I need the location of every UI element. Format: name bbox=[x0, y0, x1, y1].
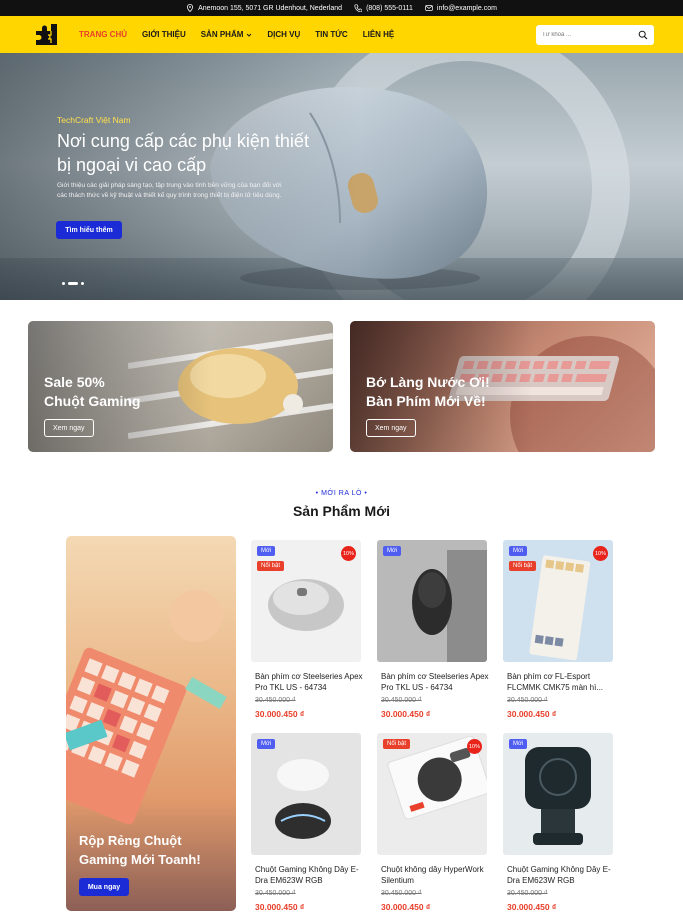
address-text: Anemoon 155, 5071 GR Udenhout, Nederland bbox=[198, 4, 343, 12]
puzzle-logo-icon[interactable] bbox=[34, 22, 59, 47]
featured-badge: Nổi bật bbox=[509, 561, 537, 571]
product-old-price: 30.450.000 ₫ bbox=[381, 697, 422, 704]
banner-title-line: Bớ Làng Nước Ơi! bbox=[366, 374, 490, 390]
search-icon[interactable] bbox=[638, 30, 648, 40]
product-image[interactable]: Nổi bật 10% bbox=[377, 733, 487, 855]
slider-dot[interactable] bbox=[81, 282, 84, 285]
product-name[interactable]: Chuột Gaming Không Dây E-Dra EM623W RGB bbox=[507, 864, 619, 886]
view-now-button[interactable]: Xem ngay bbox=[366, 419, 416, 437]
section-tag: • MỚI RA LÒ • bbox=[315, 490, 368, 497]
slider-dots bbox=[62, 282, 84, 285]
discount-badge: 10% bbox=[341, 546, 356, 561]
mouse-product-image bbox=[275, 759, 331, 839]
banner-title-line: Sale 50% bbox=[44, 374, 105, 390]
nav-label: TRANG CHỦ bbox=[79, 30, 127, 39]
product-name[interactable]: Bàn phím cơ FL-Esport FLCMMK CMK75 màn h… bbox=[507, 671, 619, 693]
location-pin-icon bbox=[187, 4, 194, 12]
new-badge: Mới bbox=[383, 546, 402, 556]
promo-keyboard-image bbox=[66, 590, 227, 825]
new-badge: Mới bbox=[509, 546, 528, 556]
product-price: 30.000.450 ₫ bbox=[381, 709, 431, 719]
section-tag-text: MỚI RA LÒ bbox=[321, 490, 362, 497]
product-image[interactable]: Mới bbox=[377, 540, 487, 662]
email-info[interactable]: info@example.com bbox=[425, 4, 497, 12]
banner-gaming-mouse[interactable]: Sale 50% Chuột Gaming Xem ngay bbox=[28, 321, 333, 452]
featured-badge: Nổi bật bbox=[257, 561, 285, 571]
buy-now-button[interactable]: Mua ngay bbox=[79, 878, 129, 896]
slider-dot-active[interactable] bbox=[68, 282, 78, 285]
nav-item-news[interactable]: TIN TỨC bbox=[315, 30, 347, 39]
mouse-product-image bbox=[412, 550, 487, 662]
banner-title: Sale 50% Chuột Gaming bbox=[44, 373, 140, 411]
nav-item-about[interactable]: GIỚI THIỆU bbox=[142, 30, 186, 39]
nav-item-services[interactable]: DỊCH VỤ bbox=[267, 30, 300, 39]
discount-badge: 10% bbox=[593, 546, 608, 561]
promo-card[interactable]: Rộp Rẻng Chuột Gaming Mới Toanh! Mua nga… bbox=[66, 536, 236, 911]
learn-more-button[interactable]: Tìm hiểu thêm bbox=[56, 221, 122, 239]
banner-title: Bớ Làng Nước Ơi! Bàn Phím Mới Về! bbox=[366, 373, 490, 411]
product-name[interactable]: Bàn phím cơ Steelseries Apex Pro TKL US … bbox=[255, 671, 367, 693]
product-old-price: 30.450.000 ₫ bbox=[507, 697, 548, 704]
hero-slider: TechCraft Việt Nam Nơi cung cấp các phụ … bbox=[0, 53, 683, 300]
phone-icon bbox=[354, 4, 363, 12]
product-old-price: 30.450.000 ₫ bbox=[381, 890, 422, 897]
section-title: Sản Phẩm Mới bbox=[292, 503, 391, 519]
product-image[interactable]: Mới bbox=[251, 733, 361, 855]
search-input[interactable] bbox=[542, 32, 632, 38]
slider-dot[interactable] bbox=[62, 282, 65, 285]
nav-label: SẢN PHẨM bbox=[200, 30, 244, 39]
product-card[interactable]: Mới Bàn phím cơ Steelseries Apex Pro TKL… bbox=[377, 540, 495, 725]
product-card[interactable]: Mới Chuột Gaming Không Dây E-Dra EM623W … bbox=[251, 733, 369, 918]
address-info: Anemoon 155, 5071 GR Udenhout, Nederland bbox=[186, 4, 342, 12]
product-card[interactable]: Nổi bật 10% Chuột không dây HyperWork Si… bbox=[377, 733, 495, 918]
charger-product-image bbox=[525, 747, 591, 845]
product-image[interactable]: Mới Nổi bật 10% bbox=[251, 540, 361, 662]
nav-item-home[interactable]: TRANG CHỦ bbox=[79, 30, 127, 39]
product-image[interactable]: Mới Nổi bật 10% bbox=[503, 540, 613, 662]
new-badge: Mới bbox=[509, 739, 528, 749]
hero-title: Nơi cung cấp các phụ kiện thiết bị ngoại… bbox=[57, 131, 309, 175]
product-name[interactable]: Chuột không dây HyperWork Silentium bbox=[381, 864, 493, 886]
banner-title-line: Bàn Phím Mới Về! bbox=[366, 393, 486, 409]
search-box bbox=[536, 25, 654, 45]
product-card[interactable]: Mới Nổi bật 10% Bàn phím cơ FL-Esport FL… bbox=[503, 540, 621, 725]
product-name[interactable]: Bàn phím cơ Steelseries Apex Pro TKL US … bbox=[381, 671, 493, 693]
mail-icon bbox=[425, 5, 433, 11]
product-old-price: 30.450.000 ₫ bbox=[255, 890, 296, 897]
product-price: 30.000.450 ₫ bbox=[507, 709, 557, 719]
hero-subtitle: TechCraft Việt Nam bbox=[57, 115, 131, 125]
nav-item-contact[interactable]: LIÊN HỆ bbox=[363, 30, 395, 39]
nav-label: DỊCH VỤ bbox=[267, 30, 301, 39]
phone-text: (808) 555-0111 bbox=[366, 4, 413, 12]
product-old-price: 30.450.000 ₫ bbox=[255, 697, 296, 704]
chevron-down-icon bbox=[247, 33, 252, 37]
product-image[interactable]: Mới bbox=[503, 733, 613, 855]
banner-title-line: Chuột Gaming bbox=[44, 393, 141, 409]
top-info-bar: Anemoon 155, 5071 GR Udenhout, Nederland… bbox=[0, 0, 683, 16]
nav-label: TIN TỨC bbox=[315, 30, 348, 39]
promo-title: Rộp Rẻng Chuột Gaming Mới Toanh! bbox=[79, 833, 201, 867]
nav-label: LIÊN HỆ bbox=[362, 30, 395, 39]
discount-badge: 10% bbox=[467, 739, 482, 754]
new-badge: Mới bbox=[257, 739, 276, 749]
featured-badge: Nổi bật bbox=[383, 739, 411, 749]
product-old-price: 30.450.000 ₫ bbox=[507, 890, 548, 897]
menu-bar: TRANG CHỦ GIỚI THIỆU SẢN PHẨM DỊCH VỤ TI… bbox=[79, 16, 394, 53]
product-card[interactable]: Mới Nổi bật 10% Bàn phím cơ Steelseries … bbox=[251, 540, 369, 725]
main-navigation: TRANG CHỦ GIỚI THIỆU SẢN PHẨM DỊCH VỤ TI… bbox=[0, 16, 683, 53]
nav-label: GIỚI THIỆU bbox=[142, 30, 186, 39]
email-text: info@example.com bbox=[436, 4, 497, 12]
banner-keyboard[interactable]: Bớ Làng Nước Ơi! Bàn Phím Mới Về! Xem ng… bbox=[350, 321, 655, 452]
new-badge: Mới bbox=[257, 546, 276, 556]
view-now-button[interactable]: Xem ngay bbox=[44, 419, 94, 437]
product-name[interactable]: Chuột Gaming Không Dây E-Dra EM623W RGB bbox=[255, 864, 367, 886]
nav-item-products[interactable]: SẢN PHẨM bbox=[201, 30, 253, 39]
hero-description: Giới thiệu các giải pháp sáng tạo, tập t… bbox=[57, 182, 282, 199]
phone-info[interactable]: (808) 555-0111 bbox=[354, 4, 413, 12]
product-price: 30.000.450 ₫ bbox=[255, 709, 305, 719]
product-card[interactable]: Mới Chuột Gaming Không Dây E-Dra EM623W … bbox=[503, 733, 621, 918]
